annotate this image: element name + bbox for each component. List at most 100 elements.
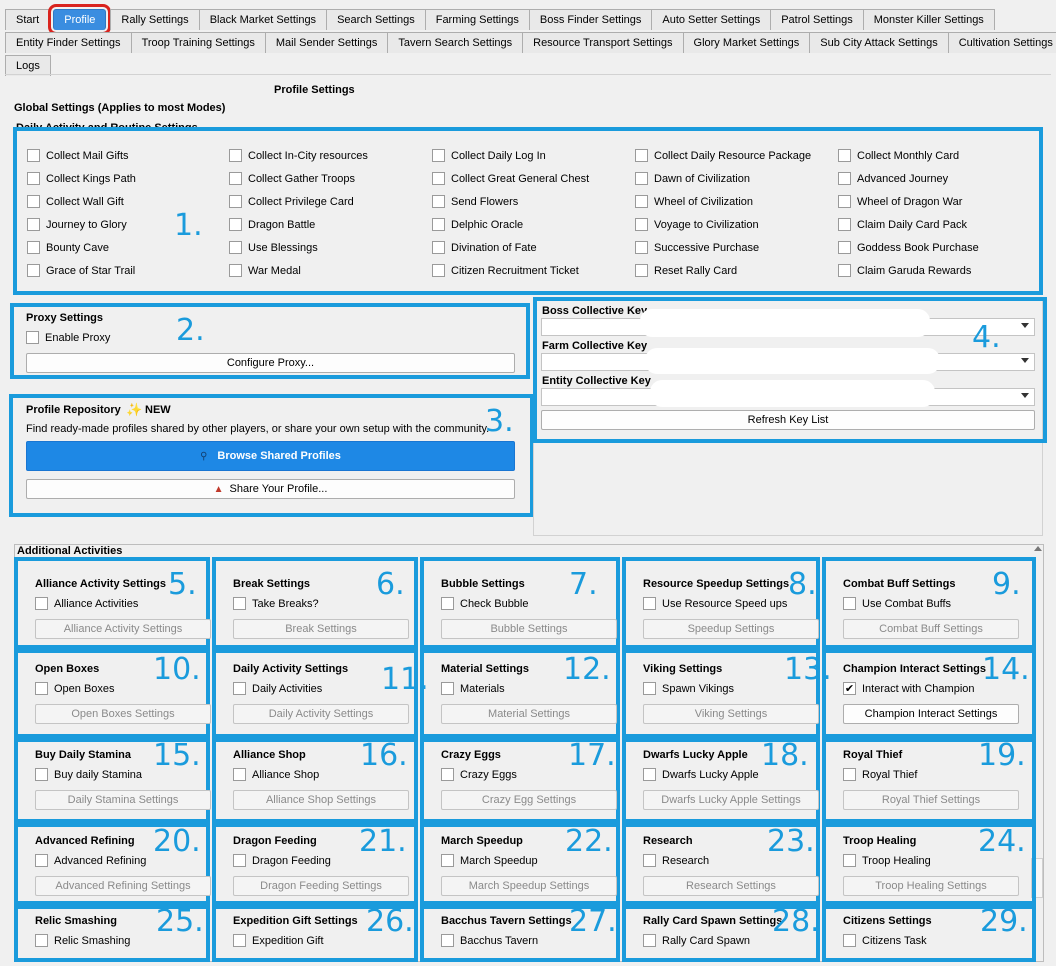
activity-checkbox[interactable]: Use Combat Buffs xyxy=(843,597,951,610)
checkbox-box[interactable] xyxy=(643,682,656,695)
daily-checkbox[interactable]: Bounty Cave xyxy=(27,241,109,254)
checkbox-box[interactable] xyxy=(432,195,445,208)
checkbox-box[interactable] xyxy=(27,241,40,254)
checkbox-box[interactable] xyxy=(635,218,648,231)
checkbox-box[interactable] xyxy=(233,854,246,867)
daily-checkbox[interactable]: Advanced Journey xyxy=(838,172,948,185)
checkbox-box[interactable] xyxy=(229,195,242,208)
checkbox-box[interactable] xyxy=(27,149,40,162)
activity-checkbox[interactable]: Troop Healing xyxy=(843,854,931,867)
daily-checkbox[interactable]: Wheel of Dragon War xyxy=(838,195,962,208)
checkbox-box[interactable] xyxy=(432,172,445,185)
activity-settings-button[interactable]: Research Settings xyxy=(643,876,819,896)
tab-rally-settings[interactable]: Rally Settings xyxy=(110,9,200,30)
daily-checkbox[interactable]: Collect Monthly Card xyxy=(838,149,959,162)
checkbox-box[interactable] xyxy=(35,597,48,610)
share-profile-button[interactable]: ▲ Share Your Profile... xyxy=(26,479,515,499)
checkbox-box[interactable] xyxy=(229,241,242,254)
daily-checkbox[interactable]: Reset Rally Card xyxy=(635,264,737,277)
activity-settings-button[interactable]: Advanced Refining Settings xyxy=(35,876,211,896)
tab-glory-market-settings[interactable]: Glory Market Settings xyxy=(682,32,811,53)
checkbox-box[interactable] xyxy=(229,149,242,162)
daily-checkbox[interactable]: Collect Daily Resource Package xyxy=(635,149,811,162)
activity-checkbox[interactable]: Research xyxy=(643,854,709,867)
enable-proxy-checkbox[interactable]: Enable Proxy xyxy=(26,331,110,344)
activity-settings-button[interactable]: Break Settings xyxy=(233,619,409,639)
activity-checkbox[interactable]: Rally Card Spawn xyxy=(643,934,750,947)
enable-proxy-box[interactable] xyxy=(26,331,39,344)
daily-checkbox[interactable]: Voyage to Civilization xyxy=(635,218,759,231)
checkbox-box[interactable] xyxy=(233,768,246,781)
tab-sub-city-attack-settings[interactable]: Sub City Attack Settings xyxy=(809,32,949,53)
daily-checkbox[interactable]: Collect Mail Gifts xyxy=(27,149,129,162)
activity-settings-button[interactable]: Troop Healing Settings xyxy=(843,876,1019,896)
checkbox-box[interactable] xyxy=(233,597,246,610)
tab-auto-setter-settings[interactable]: Auto Setter Settings xyxy=(651,9,772,30)
checkbox-box[interactable] xyxy=(635,149,648,162)
checkbox-box[interactable] xyxy=(843,597,856,610)
checkbox-box[interactable] xyxy=(643,597,656,610)
activity-settings-button[interactable]: Viking Settings xyxy=(643,704,819,724)
tab-logs[interactable]: Logs xyxy=(5,55,51,76)
activity-settings-button[interactable]: Daily Activity Settings xyxy=(233,704,409,724)
refresh-key-list-button[interactable]: Refresh Key List xyxy=(541,410,1035,430)
activity-checkbox[interactable]: Alliance Activities xyxy=(35,597,138,610)
daily-checkbox[interactable]: Collect Wall Gift xyxy=(27,195,124,208)
daily-checkbox[interactable]: War Medal xyxy=(229,264,301,277)
activity-checkbox[interactable]: Dragon Feeding xyxy=(233,854,331,867)
activity-settings-button[interactable]: Material Settings xyxy=(441,704,617,724)
tab-farming-settings[interactable]: Farming Settings xyxy=(424,9,530,30)
activity-settings-button[interactable]: Dragon Feeding Settings xyxy=(233,876,409,896)
checkbox-box[interactable] xyxy=(643,768,656,781)
daily-checkbox[interactable]: Delphic Oracle xyxy=(432,218,523,231)
tab-black-market-settings[interactable]: Black Market Settings xyxy=(198,9,328,30)
checkbox-box[interactable] xyxy=(233,934,246,947)
activity-checkbox[interactable]: Alliance Shop xyxy=(233,768,319,781)
tab-entity-finder-settings[interactable]: Entity Finder Settings xyxy=(5,32,132,53)
checkbox-box[interactable] xyxy=(35,768,48,781)
activity-checkbox[interactable]: Interact with Champion xyxy=(843,682,975,695)
checkbox-box[interactable] xyxy=(432,264,445,277)
checkbox-box[interactable] xyxy=(27,264,40,277)
daily-checkbox[interactable]: Use Blessings xyxy=(229,241,318,254)
checkbox-box[interactable] xyxy=(843,682,856,695)
tab-tavern-search-settings[interactable]: Tavern Search Settings xyxy=(387,32,524,53)
checkbox-box[interactable] xyxy=(838,172,851,185)
checkbox-box[interactable] xyxy=(838,264,851,277)
checkbox-box[interactable] xyxy=(838,241,851,254)
configure-proxy-button[interactable]: Configure Proxy... xyxy=(26,353,515,373)
checkbox-box[interactable] xyxy=(843,854,856,867)
checkbox-box[interactable] xyxy=(635,241,648,254)
activity-checkbox[interactable]: Royal Thief xyxy=(843,768,917,781)
activity-checkbox[interactable]: Crazy Eggs xyxy=(441,768,517,781)
checkbox-box[interactable] xyxy=(432,241,445,254)
activity-settings-button[interactable]: Daily Stamina Settings xyxy=(35,790,211,810)
checkbox-box[interactable] xyxy=(843,934,856,947)
daily-checkbox[interactable]: Claim Garuda Rewards xyxy=(838,264,971,277)
checkbox-box[interactable] xyxy=(35,682,48,695)
checkbox-box[interactable] xyxy=(441,854,454,867)
daily-checkbox[interactable]: Journey to Glory xyxy=(27,218,127,231)
activity-checkbox[interactable]: Bacchus Tavern xyxy=(441,934,538,947)
activity-settings-button[interactable]: Alliance Shop Settings xyxy=(233,790,409,810)
checkbox-box[interactable] xyxy=(643,934,656,947)
daily-checkbox[interactable]: Collect Daily Log In xyxy=(432,149,546,162)
checkbox-box[interactable] xyxy=(229,172,242,185)
activity-checkbox[interactable]: Spawn Vikings xyxy=(643,682,734,695)
daily-checkbox[interactable]: Collect Gather Troops xyxy=(229,172,355,185)
checkbox-box[interactable] xyxy=(643,854,656,867)
activity-settings-button[interactable]: Alliance Activity Settings xyxy=(35,619,211,639)
daily-checkbox[interactable]: Dragon Battle xyxy=(229,218,315,231)
checkbox-box[interactable] xyxy=(27,218,40,231)
daily-checkbox[interactable]: Wheel of Civilization xyxy=(635,195,753,208)
checkbox-box[interactable] xyxy=(843,768,856,781)
activity-settings-button[interactable]: Dwarfs Lucky Apple Settings xyxy=(643,790,819,810)
checkbox-box[interactable] xyxy=(441,597,454,610)
daily-checkbox[interactable]: Citizen Recruitment Ticket xyxy=(432,264,579,277)
checkbox-box[interactable] xyxy=(229,264,242,277)
tab-resource-transport-settings[interactable]: Resource Transport Settings xyxy=(522,32,684,53)
tab-patrol-settings[interactable]: Patrol Settings xyxy=(770,9,864,30)
checkbox-box[interactable] xyxy=(35,854,48,867)
daily-checkbox[interactable]: Successive Purchase xyxy=(635,241,759,254)
activity-checkbox[interactable]: Materials xyxy=(441,682,505,695)
